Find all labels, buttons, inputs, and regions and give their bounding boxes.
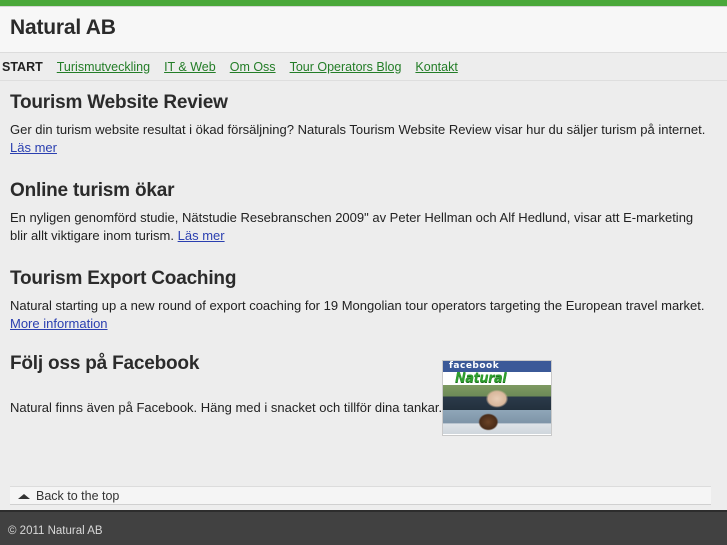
post-tourism-website-review: Tourism Website Review Ger din turism we…	[10, 81, 711, 157]
facebook-page-widget[interactable]: facebook Natural	[442, 360, 552, 436]
read-more-link[interactable]: Läs mer	[178, 228, 225, 243]
post-online-turism-okar: Online turism ökar En nyligen genomförd …	[10, 157, 711, 245]
post-body-text: En nyligen genomförd studie, Nätstudie R…	[10, 210, 694, 243]
main-navigation: START Turismutveckling IT & Web Om Oss T…	[0, 53, 727, 81]
nav-item-it-web[interactable]: IT & Web	[164, 60, 216, 74]
facebook-wordmark: facebook	[449, 361, 500, 371]
post-body-text: Natural starting up a new round of expor…	[10, 298, 705, 313]
read-more-link[interactable]: Läs mer	[10, 140, 57, 155]
nav-item-start[interactable]: START	[2, 60, 43, 74]
site-header: Natural AB	[0, 6, 727, 53]
site-title: Natural AB	[10, 16, 116, 39]
nav-item-tour-operators-blog[interactable]: Tour Operators Blog	[290, 60, 402, 74]
natural-logo-text: Natural	[455, 372, 507, 385]
post-folj-oss-pa-facebook: Följ oss på Facebook facebook Natural Na…	[10, 333, 711, 453]
nav-item-kontakt[interactable]: Kontakt	[415, 60, 457, 74]
post-body: Ger din turism website resultat i ökad f…	[10, 121, 711, 157]
post-title: Tourism Export Coaching	[10, 268, 237, 289]
post-title: Följ oss på Facebook	[10, 353, 200, 374]
back-to-top-label: Back to the top	[36, 488, 120, 503]
back-to-top-bar[interactable]: Back to the top	[10, 486, 711, 505]
facebook-caption: Natural finns även på Facebook. Häng med…	[10, 400, 443, 415]
footer-copyright: © 2011 Natural AB	[8, 525, 103, 537]
post-tourism-export-coaching: Tourism Export Coaching Natural starting…	[10, 245, 711, 333]
post-title: Online turism ökar	[10, 180, 175, 201]
nav-item-turismutveckling[interactable]: Turismutveckling	[57, 60, 150, 74]
post-body: Natural starting up a new round of expor…	[10, 297, 711, 333]
post-title: Tourism Website Review	[10, 92, 228, 113]
facebook-photo-thumbnail	[443, 410, 551, 434]
triangle-up-icon	[18, 493, 30, 499]
natural-logo-strip: Natural	[443, 372, 551, 385]
post-body-text: Ger din turism website resultat i ökad f…	[10, 122, 706, 137]
facebook-photo-thumbnail	[443, 385, 551, 410]
site-footer: © 2011 Natural AB	[0, 510, 727, 545]
nav-item-om-oss[interactable]: Om Oss	[230, 60, 276, 74]
main-content: Tourism Website Review Ger din turism we…	[0, 81, 727, 507]
facebook-widget-header: facebook	[443, 361, 551, 372]
post-body: En nyligen genomförd studie, Nätstudie R…	[10, 209, 711, 245]
more-information-link[interactable]: More information	[10, 316, 108, 331]
